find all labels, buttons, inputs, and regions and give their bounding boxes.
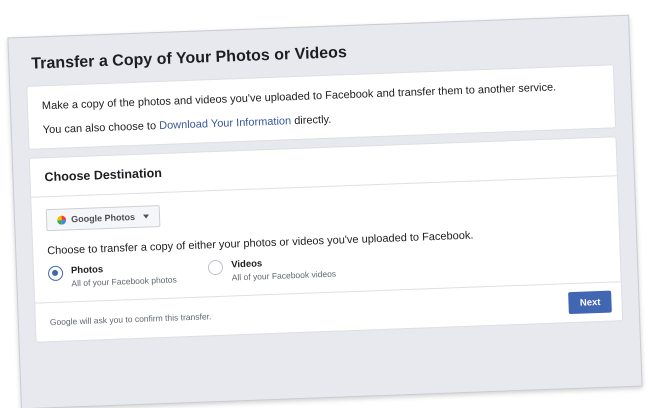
destination-dropdown[interactable]: Google Photos xyxy=(45,205,161,232)
videos-option[interactable]: Videos All of your Facebook videos xyxy=(208,255,336,285)
photos-option[interactable]: Photos All of your Facebook photos xyxy=(47,260,177,290)
transfer-panel: Transfer a Copy of Your Photos or Videos… xyxy=(7,14,643,408)
intro-download-prefix: You can also choose to xyxy=(42,120,160,137)
chevron-down-icon xyxy=(142,214,150,219)
destination-card: Choose Destination Google Photos Choose … xyxy=(28,136,624,343)
photos-radio[interactable] xyxy=(47,265,64,282)
videos-option-description: All of your Facebook videos xyxy=(231,268,337,283)
videos-option-text: Videos All of your Facebook videos xyxy=(231,255,336,284)
photos-option-text: Photos All of your Facebook photos xyxy=(71,260,177,289)
screenshot-stage: Transfer a Copy of Your Photos or Videos… xyxy=(0,0,648,408)
videos-radio[interactable] xyxy=(208,259,224,276)
next-button[interactable]: Next xyxy=(568,290,612,315)
download-your-information-link[interactable]: Download Your Information xyxy=(159,115,291,132)
intro-card: Make a copy of the photos and videos you… xyxy=(26,64,617,150)
confirm-transfer-note: Google will ask you to confirm this tran… xyxy=(49,311,212,328)
google-photos-icon xyxy=(57,215,67,225)
destination-dropdown-label: Google Photos xyxy=(70,211,136,225)
intro-download-suffix: directly. xyxy=(290,113,332,128)
photos-option-description: All of your Facebook photos xyxy=(71,274,177,289)
